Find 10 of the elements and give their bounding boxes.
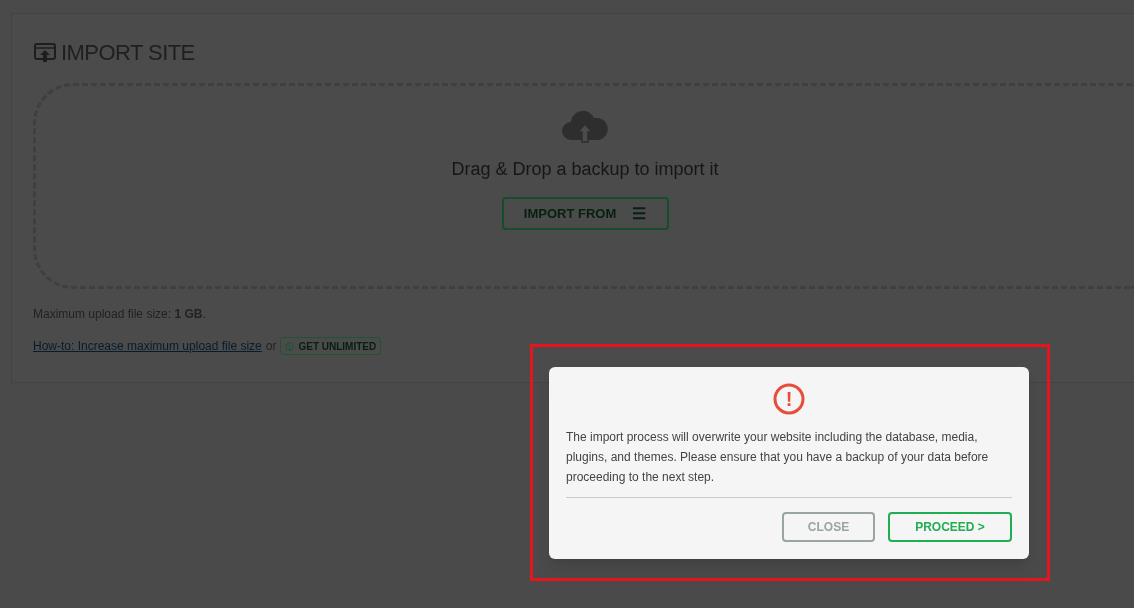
howto-link[interactable]: How-to: Increase maximum upload file size <box>33 337 262 355</box>
info-icon <box>285 341 295 351</box>
cloud-upload-icon <box>561 110 609 146</box>
close-button[interactable]: CLOSE <box>782 512 875 542</box>
browser-upload-icon <box>33 41 57 64</box>
warning-message: The import process will overwrite your website including the database, media, plugins, and themes. Please ensure that you have a backup of your data before proceeding to the next step. <box>566 429 990 486</box>
get-unlimited-badge[interactable]: GET UNLIMITED <box>280 337 382 355</box>
proceed-button[interactable]: PROCEED > <box>888 512 1012 542</box>
warning-icon: ! <box>773 383 805 415</box>
import-from-button[interactable]: IMPORT FROM ☰ <box>501 197 669 230</box>
